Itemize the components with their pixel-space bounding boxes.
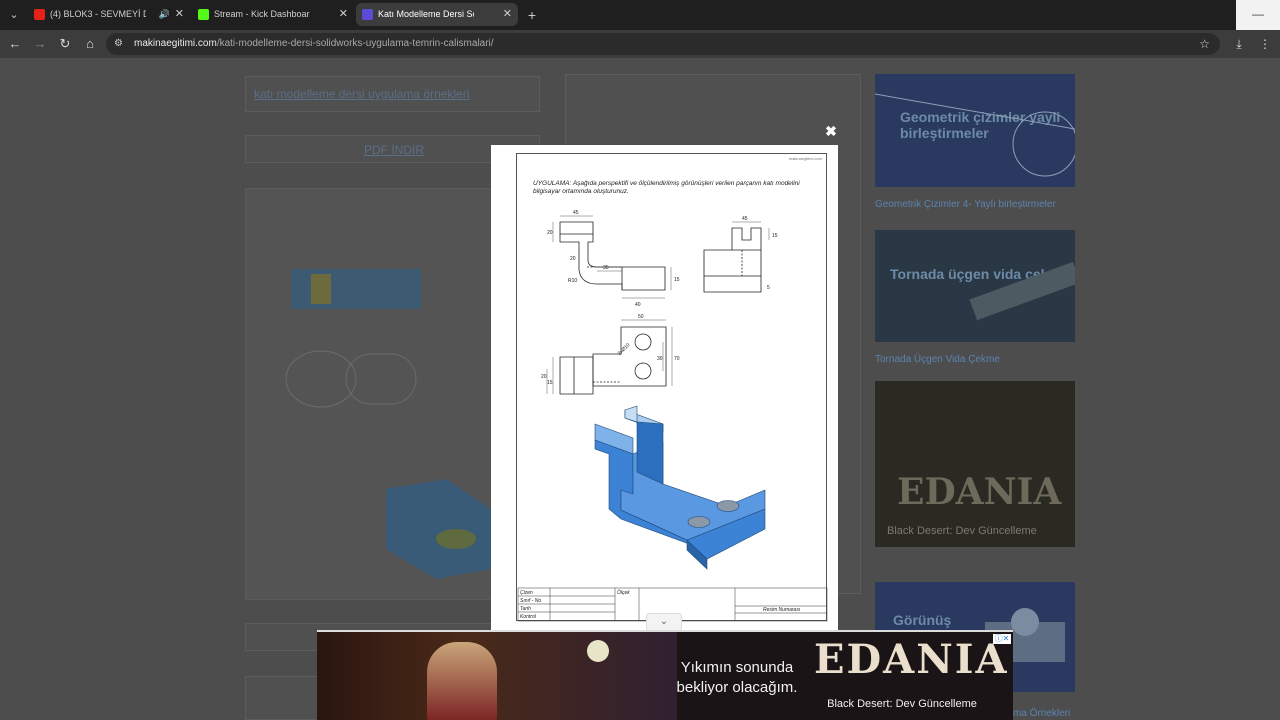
- reload-icon[interactable]: ↻: [55, 34, 75, 54]
- dim-label: 15: [772, 233, 778, 239]
- moon-icon: [587, 640, 609, 662]
- drawing-site-mark: makinaegitimi.com: [789, 156, 823, 161]
- ad-background: [317, 632, 677, 720]
- technical-drawing: makinaegitimi.com UYGULAMA: Aşağıda pers…: [517, 156, 828, 622]
- sidebar-ad-subtitle: Black Desert: Dev Güncelleme: [887, 525, 1037, 537]
- dim-label: 50: [638, 314, 644, 320]
- omnibox[interactable]: ⚙ makinaegitimi.com/kati-modelleme-dersi…: [106, 33, 1220, 55]
- drawing-instruction-wrap: UYGULAMA: Aşağıda perspektifi ve ölçülen…: [533, 180, 800, 195]
- side-view: [703, 227, 762, 293]
- site-info-icon[interactable]: ⚙: [114, 37, 126, 51]
- sidebar-ad-logo: EDANIA: [897, 471, 1062, 513]
- tab-strip: ⌄ (4) BLOK3 - SEVMEYİ DENE 🔊 ✕ Stream - …: [0, 0, 1280, 30]
- speaker-icon[interactable]: 🔊: [159, 3, 170, 26]
- ad-hero-figure: [427, 642, 497, 720]
- bookmark-star-icon[interactable]: ☆: [1199, 33, 1210, 55]
- ad-slogan-line2: bekliyor olacağım.: [676, 679, 798, 696]
- tab-title: Stream - Kick Dashboard: [214, 9, 310, 19]
- youtube-favicon-icon: [34, 9, 45, 20]
- home-icon[interactable]: ⌂: [80, 34, 100, 54]
- address-toolbar: ← → ↻ ⌂ ⚙ makinaegitimi.com/kati-modelle…: [0, 30, 1280, 58]
- dim-label: 20: [547, 230, 553, 236]
- arc-drawing-icon: [875, 93, 1075, 177]
- close-tab-icon[interactable]: ✕: [175, 3, 184, 26]
- front-dim-labels: 45 20 R10 20 35 40 15: [547, 210, 680, 308]
- ad-logo: EDANIA: [814, 636, 1009, 683]
- dim-label: 2xØ10: [617, 342, 632, 357]
- tab-kick[interactable]: Stream - Kick Dashboard ✕: [192, 3, 354, 26]
- ad-slogan-line1: Yıkımın sonunda: [680, 659, 794, 676]
- site-favicon-icon: [362, 9, 373, 20]
- ad-slogan: Yıkımın sonunda bekliyor olacağım.: [662, 658, 812, 698]
- dim-label: 70: [674, 356, 680, 362]
- dim-label: 45: [573, 210, 579, 216]
- dim-label: 20: [541, 374, 547, 380]
- close-tab-icon[interactable]: ✕: [339, 3, 348, 26]
- back-icon[interactable]: ←: [5, 34, 25, 54]
- dim-label: 30: [657, 356, 663, 362]
- url-domain: makinaegitimi.com: [134, 38, 217, 49]
- hero-image-alt[interactable]: katı modelleme dersi uygulama örnekleri: [254, 87, 469, 101]
- ad-banner[interactable]: Yıkımın sonunda bekliyor olacağım. EDANI…: [317, 630, 1013, 720]
- close-icon[interactable]: ✖: [824, 123, 838, 139]
- close-tab-icon[interactable]: ✕: [503, 3, 512, 26]
- pdf-download-label: PDF İNDİR: [364, 143, 424, 157]
- sidebar-link-geometric[interactable]: Geometrik Çizimler 4- Yaylı birleştirmel…: [875, 199, 1056, 210]
- side-dim-labels: 45 15 5: [742, 216, 778, 291]
- titleblock-label: Sınıf - No: [520, 598, 541, 604]
- titleblock-label: Resim Numarası: [763, 607, 801, 613]
- tab-search-icon[interactable]: ⌄: [4, 5, 24, 25]
- chevron-down-icon[interactable]: ⌄: [646, 613, 682, 631]
- minimize-button[interactable]: —: [1236, 0, 1280, 30]
- sidebar-thumb-tornada[interactable]: Tornada üçgen vida çekme: [875, 230, 1075, 342]
- tab-youtube[interactable]: (4) BLOK3 - SEVMEYİ DENE 🔊 ✕: [28, 3, 190, 26]
- ad-subtitle: Black Desert: Dev Güncelleme: [827, 698, 977, 710]
- sidebar-link-tornada[interactable]: Tornada Üçgen Vida Çekme: [875, 354, 1000, 365]
- side-dims: [732, 221, 770, 240]
- tab-title: Katı Modelleme Dersi Solidworks: [378, 9, 474, 19]
- titleblock-label: Tarih: [520, 606, 531, 612]
- dim-label: 45: [742, 216, 748, 222]
- forward-icon[interactable]: →: [30, 34, 50, 54]
- pdf-lightbox: makinaegitimi.com UYGULAMA: Aşağıda pers…: [491, 145, 838, 635]
- new-tab-button[interactable]: +: [522, 5, 542, 25]
- kick-favicon-icon: [198, 9, 209, 20]
- top-dim-labels: 50 2xØ10 30 70 20 15: [541, 314, 680, 386]
- download-icon[interactable]: ⤓: [1229, 34, 1249, 54]
- titleblock-label: Çizen: [520, 590, 533, 596]
- url-path: /kati-modelleme-dersi-solidworks-uygulam…: [216, 38, 494, 49]
- top-view: [559, 326, 667, 395]
- dim-label: 40: [635, 302, 641, 308]
- sidebar-link-gorunus[interactable]: ma Örnekleri: [1013, 708, 1070, 719]
- titleblock-label: Ölçek: [617, 589, 630, 596]
- dim-label: 15: [674, 277, 680, 283]
- sidebar-thumb-geometric[interactable]: Geometrik çizimler yayli birleştirmeler: [875, 74, 1075, 187]
- drawing-sheet: makinaegitimi.com UYGULAMA: Aşağıda pers…: [516, 153, 828, 622]
- sidebar-ad-edania[interactable]: EDANIA Black Desert: Dev Güncelleme: [875, 381, 1075, 547]
- dim-label: R10: [568, 278, 577, 284]
- ad-info-icon[interactable]: ⓘ✕: [993, 634, 1011, 644]
- url-text[interactable]: makinaegitimi.com/kati-modelleme-dersi-s…: [134, 33, 494, 55]
- dim-label: 35: [603, 265, 609, 271]
- dim-label: 15: [547, 380, 553, 386]
- isometric-part: [594, 405, 766, 570]
- drawing-instruction: UYGULAMA: Aşağıda perspektifi ve ölçülen…: [533, 180, 800, 195]
- dim-label: 5: [767, 285, 770, 291]
- titleblock-label: Kontrol: [520, 614, 537, 620]
- dim-label: 20: [570, 256, 576, 262]
- tab-title: (4) BLOK3 - SEVMEYİ DENE: [50, 9, 146, 19]
- hero-image-frame: katı modelleme dersi uygulama örnekleri: [245, 76, 540, 112]
- extensions-icon[interactable]: ⋮: [1255, 34, 1275, 54]
- tab-makinaegitimi[interactable]: Katı Modelleme Dersi Solidworks ✕: [356, 3, 518, 26]
